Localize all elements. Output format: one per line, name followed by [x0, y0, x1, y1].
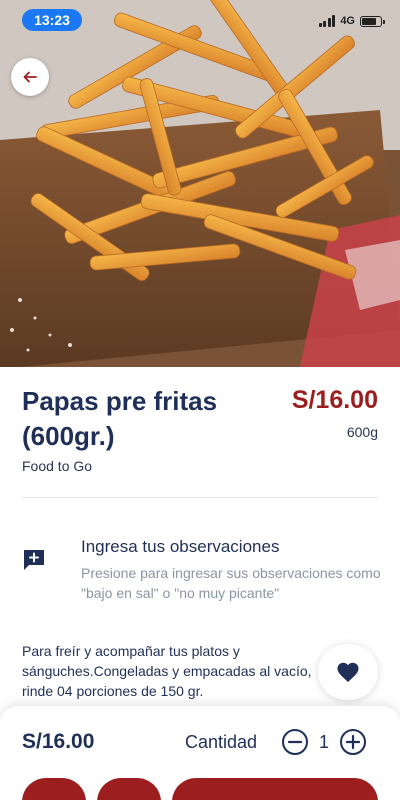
- quantity-value: 1: [318, 732, 329, 752]
- product-weight: 600g: [346, 424, 378, 440]
- action-button-1[interactable]: [22, 778, 86, 800]
- network-type: 4G: [340, 15, 355, 27]
- observations-hint: Presione para ingresar sus observaciones…: [81, 565, 381, 601]
- add-comment-icon[interactable]: [22, 548, 46, 572]
- heart-icon: [337, 662, 359, 682]
- arrow-left-icon: [23, 71, 37, 83]
- action-button-2[interactable]: [97, 778, 161, 800]
- back-button[interactable]: [11, 58, 49, 96]
- add-to-cart-button[interactable]: [172, 778, 378, 800]
- product-name: Papas pre fritas (600gr.): [22, 386, 218, 451]
- status-time: 13:23: [22, 9, 82, 31]
- signal-icon: [318, 15, 336, 27]
- status-indicators: 4G: [318, 12, 385, 30]
- battery-level: [362, 17, 376, 25]
- product-brand: Food to Go: [22, 458, 93, 474]
- plus-circle-icon[interactable]: [339, 728, 367, 756]
- cart-bar: S/16.00 Cantidad 1: [0, 706, 400, 800]
- favorite-button[interactable]: [318, 644, 378, 700]
- minus-circle-icon[interactable]: [281, 728, 309, 756]
- french-fries-illustration: [0, 0, 400, 367]
- battery-icon: [360, 15, 385, 27]
- quantity-label: Cantidad: [185, 732, 258, 752]
- product-image: [0, 0, 400, 367]
- observations-title[interactable]: Ingresa tus observaciones: [81, 537, 279, 557]
- divider: [22, 497, 378, 498]
- total-price: S/16.00: [22, 730, 95, 753]
- product-description: Para freír y acompañar tus platos y sáng…: [22, 643, 312, 699]
- product-price: S/16.00: [291, 386, 378, 414]
